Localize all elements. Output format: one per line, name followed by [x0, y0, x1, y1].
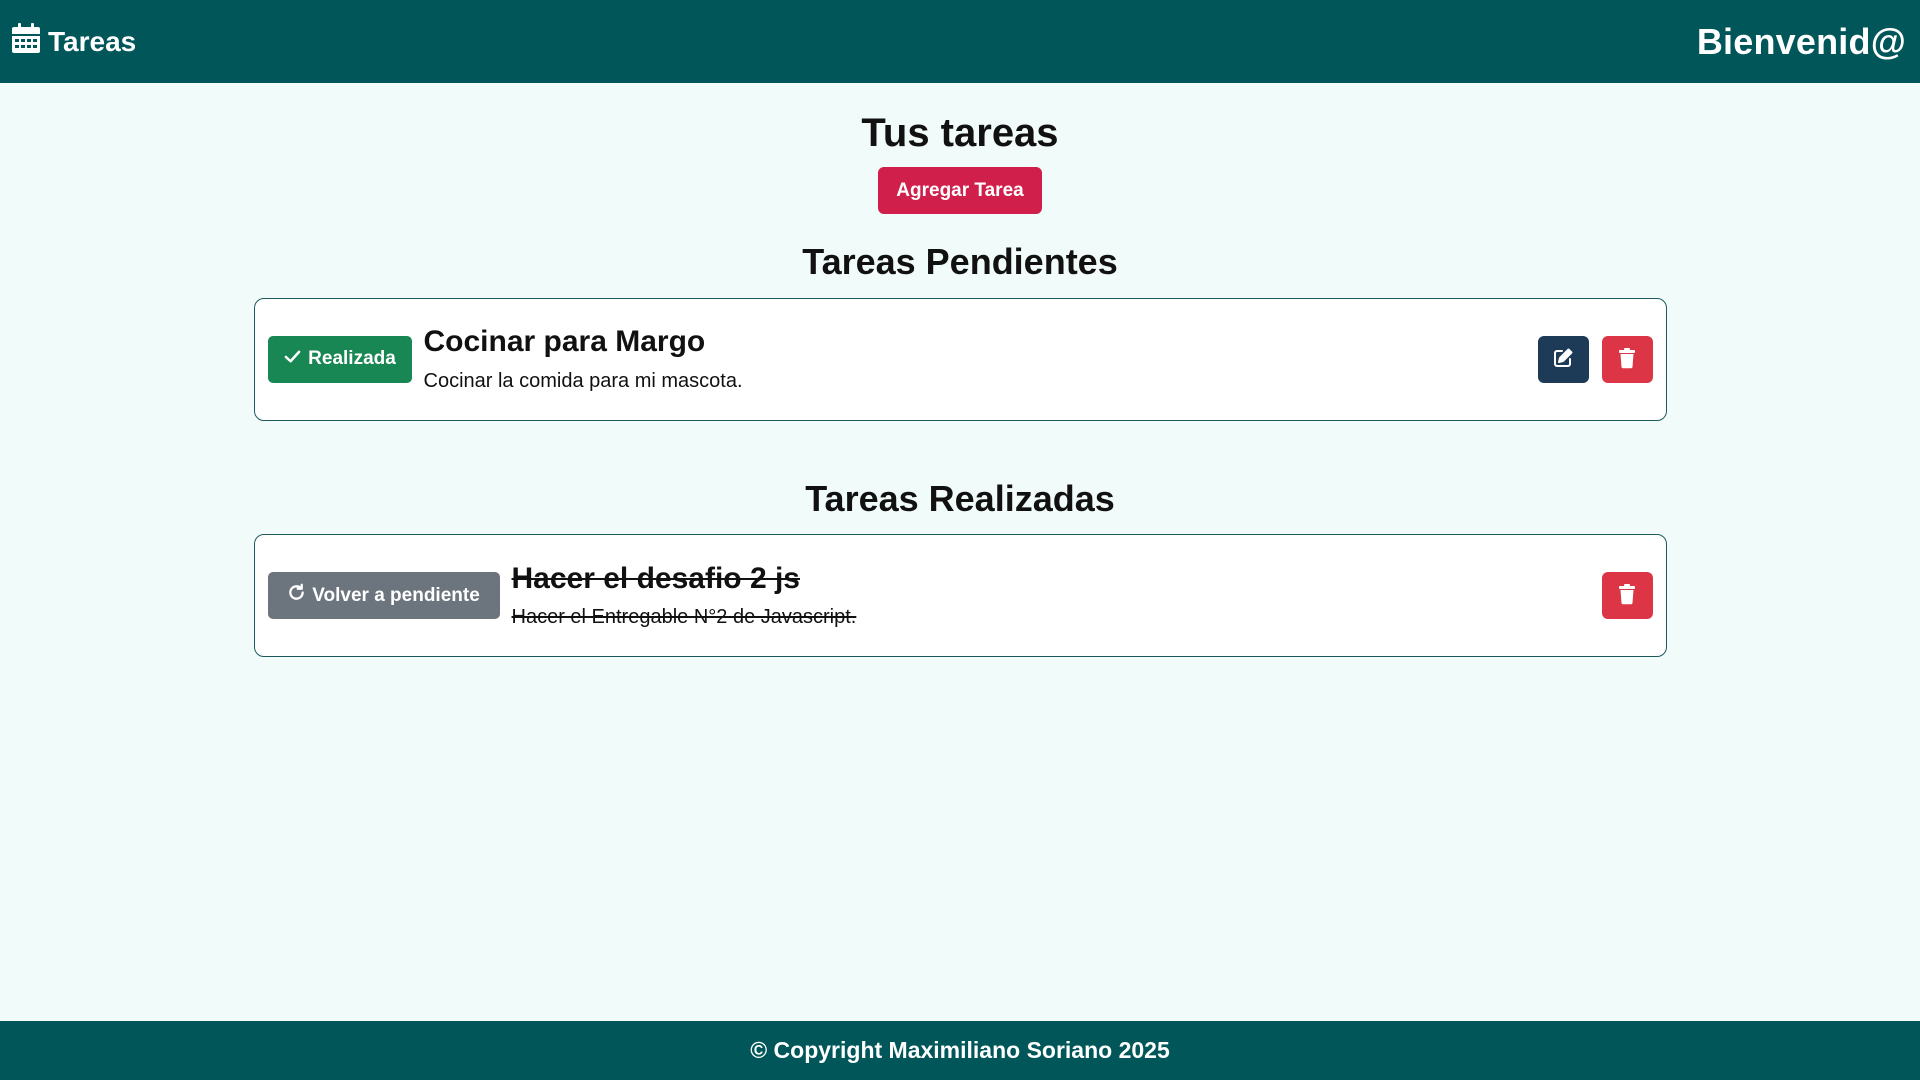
page-title: Tus tareas	[861, 111, 1059, 155]
task-text: Hacer el desafio 2 js Hacer el Entregabl…	[512, 562, 1602, 630]
brand-label: Tareas	[48, 25, 137, 57]
copyright-text: © Copyright Maximiliano Soriano 2025	[750, 1037, 1170, 1063]
check-icon	[283, 347, 302, 372]
mark-done-button[interactable]: Realizada	[267, 335, 412, 383]
task-title: Hacer el desafio 2 js	[511, 561, 801, 595]
task-description: Cocinar la comida para mi mascota.	[423, 369, 743, 392]
revert-pending-label: Volver a pendiente	[312, 584, 480, 606]
refresh-icon	[287, 583, 306, 608]
add-task-button[interactable]: Agregar Tarea	[878, 167, 1042, 214]
edit-icon	[1552, 347, 1574, 372]
main-content: Tus tareas Agregar Tarea Tareas Pendient…	[0, 83, 1920, 658]
done-task-card: Volver a pendiente Hacer el desafio 2 js…	[253, 534, 1667, 658]
task-text: Cocinar para Margo Cocinar la comida par…	[424, 325, 1538, 393]
brand-link[interactable]: Tareas	[12, 23, 136, 60]
footer: © Copyright Maximiliano Soriano 2025	[0, 1021, 1920, 1080]
delete-task-button[interactable]	[1601, 335, 1653, 383]
task-actions	[1601, 572, 1653, 620]
calendar-icon	[12, 23, 40, 60]
delete-task-button[interactable]	[1601, 572, 1653, 620]
done-section-title: Tareas Realizadas	[805, 477, 1115, 519]
revert-pending-button[interactable]: Volver a pendiente	[267, 572, 500, 620]
task-title: Cocinar para Margo	[423, 325, 706, 359]
trash-icon	[1616, 347, 1638, 372]
pending-task-card: Realizada Cocinar para Margo Cocinar la …	[253, 297, 1667, 421]
task-actions	[1537, 335, 1653, 383]
mark-done-label: Realizada	[308, 348, 396, 370]
welcome-text: Bienvenid@	[1696, 20, 1906, 62]
task-description: Hacer el Entregable N°2 de Javascript.	[511, 606, 857, 629]
navbar: Tareas Bienvenid@	[0, 0, 1920, 83]
trash-icon	[1616, 583, 1638, 608]
edit-task-button[interactable]	[1537, 335, 1589, 383]
pending-section-title: Tareas Pendientes	[802, 241, 1118, 282]
